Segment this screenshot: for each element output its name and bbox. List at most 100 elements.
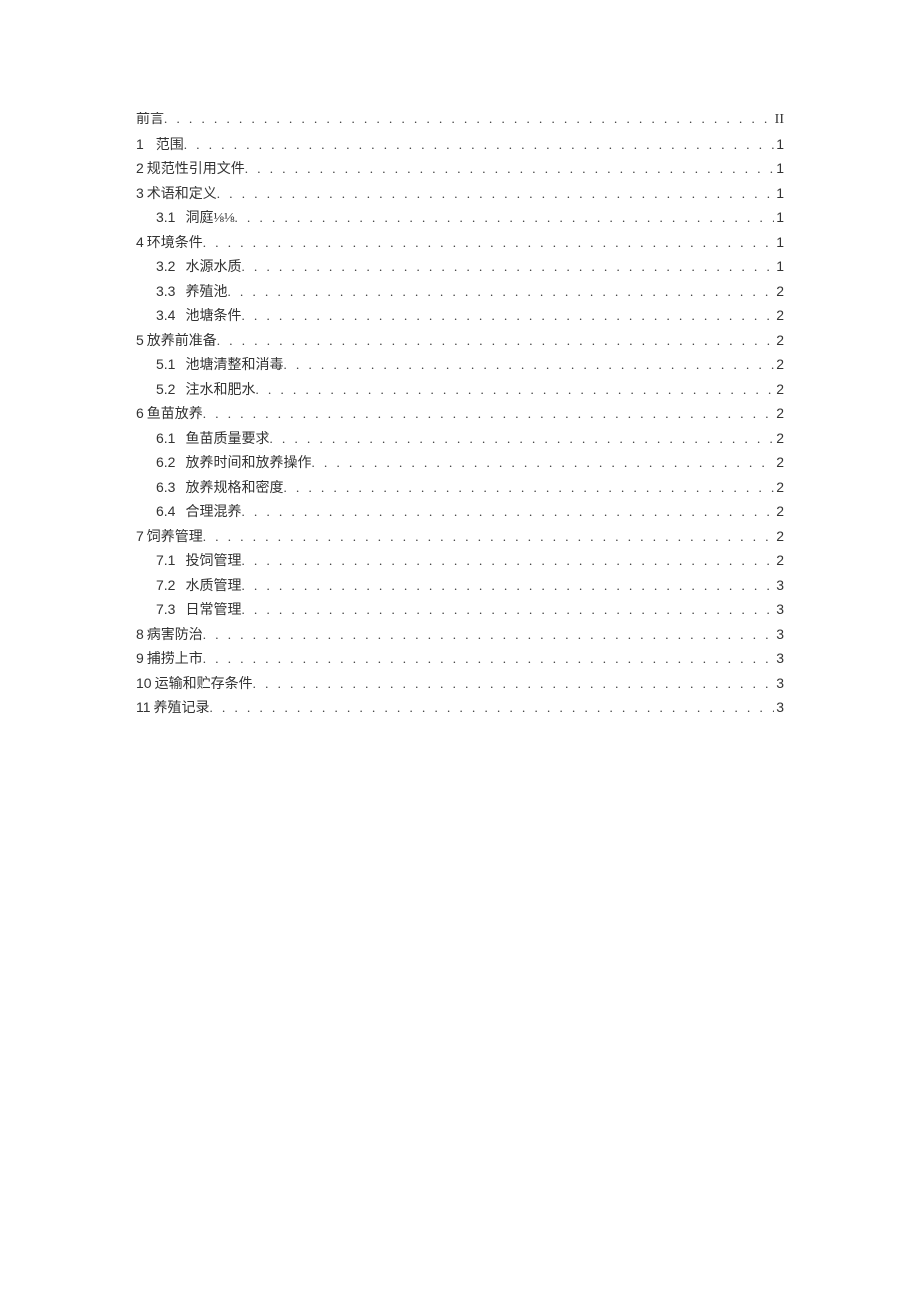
toc-dot-leader — [241, 554, 774, 567]
toc-entry-label: 6.1鱼苗质量要求 — [156, 431, 269, 445]
toc-entry-number: 6.1 — [156, 431, 175, 445]
toc-entry-title: 环境条件 — [147, 236, 203, 249]
toc-dot-leader — [255, 383, 774, 396]
toc-entry-title: 日常管理 — [185, 603, 241, 616]
toc-dot-leader — [269, 432, 774, 445]
toc-entry-label: 3.3 养殖池 — [156, 284, 227, 298]
toc-entry-page: 2 — [774, 357, 784, 371]
toc-entry-number: 3.4 — [156, 308, 175, 322]
toc-entry-title: 病害防治 — [147, 628, 203, 641]
toc-entry-page: 1 — [774, 186, 784, 200]
toc-entry: 9捕捞上市 3 — [136, 651, 784, 665]
toc-entry-number: 8 — [136, 627, 144, 641]
toc-entry-label: 3.4 池塘条件 — [156, 308, 241, 322]
toc-entry-title: 规范性引用文件 — [147, 162, 245, 175]
toc-entry: 3.3 养殖池 2 — [136, 284, 784, 298]
toc-dot-leader — [241, 260, 774, 273]
toc-entry-page: 2 — [774, 529, 784, 543]
toc-entry-label: 6.4合理混养 — [156, 504, 241, 518]
toc-entry-label: 3.2水源水质 — [156, 259, 241, 273]
toc-dot-leader — [203, 407, 774, 420]
toc-dot-leader — [203, 236, 774, 249]
toc-entry-page: 2 — [774, 308, 784, 322]
toc-entry-title: 池塘清整和消毒 — [185, 358, 283, 371]
toc-entry-page: 1 — [774, 259, 784, 273]
toc-entry-number: 7.2 — [156, 578, 175, 592]
toc-entry-page: 1 — [774, 161, 784, 175]
toc-entry-number: 6 — [136, 406, 144, 420]
toc-dot-leader — [164, 112, 773, 126]
toc-entry-number: 11 — [136, 700, 151, 714]
toc-entry-page: 2 — [774, 455, 784, 469]
toc-dot-leader — [210, 701, 775, 714]
toc-entry-title: 放养时间和放养操作 — [185, 456, 311, 469]
toc-entry-page: 1 — [774, 235, 784, 249]
toc-entry-title: 养殖记录 — [154, 701, 210, 714]
toc-entry: 7.2水质管理3 — [136, 578, 784, 592]
toc-dot-leader — [241, 579, 774, 592]
toc-entry-label: 3.1 洞庭⅛⅛ — [156, 210, 234, 224]
toc-entry-page: 2 — [774, 480, 784, 494]
toc-entry-label: 7饲养管理 — [136, 529, 203, 543]
toc-entry-label: 前言 — [136, 113, 164, 126]
toc-entry-title: 前言 — [136, 112, 164, 126]
toc-dot-leader — [217, 334, 774, 347]
toc-entry-title: 饲养管理 — [147, 530, 203, 543]
toc-entry-title: 放养前准备 — [147, 334, 217, 347]
toc-entry-page: 2 — [774, 406, 784, 420]
toc-entry-number: 5 — [136, 333, 144, 347]
toc-entry: 8病害防治 3 — [136, 627, 784, 641]
toc-dot-leader — [234, 211, 774, 224]
toc-entry-page: 2 — [774, 382, 784, 396]
toc-entry: 7.1投饲管理 2 — [136, 553, 784, 567]
toc-dot-leader — [227, 285, 774, 298]
toc-entry-title: 洞庭⅛⅛ — [185, 211, 234, 224]
toc-entry: 4环境条件 1 — [136, 235, 784, 249]
toc-entry-page: 3 — [774, 676, 784, 690]
toc-entry-title: 池塘条件 — [185, 309, 241, 322]
toc-entry-number: 9 — [136, 651, 144, 665]
toc-entry: 5.2注水和肥水 2 — [136, 382, 784, 396]
toc-entry: 2规范性引用文件 1 — [136, 161, 784, 175]
toc-entry-title: 合理混养 — [185, 505, 241, 518]
toc-entry-number: 3.1 — [156, 210, 175, 224]
toc-entry-page: 2 — [774, 431, 784, 445]
toc-dot-leader — [245, 162, 774, 175]
toc-entry-label: 7.1投饲管理 — [156, 553, 241, 567]
toc-entry-number: 3.2 — [156, 259, 175, 273]
toc-dot-leader — [203, 628, 774, 641]
toc-entry-number: 2 — [136, 161, 144, 175]
toc-entry-label: 9捕捞上市 — [136, 651, 203, 665]
toc-entry: 6.3放养规格和密度2 — [136, 480, 784, 494]
toc-entry-page: 3 — [774, 700, 784, 714]
toc-dot-leader — [241, 309, 774, 322]
toc-entry-page: 2 — [774, 333, 784, 347]
toc-entry-page: 3 — [774, 651, 784, 665]
toc-entry-number: 7.3 — [156, 602, 175, 616]
toc-entry-number: 10 — [136, 676, 152, 690]
toc-entry-page: 2 — [774, 553, 784, 567]
toc-entry-title: 捕捞上市 — [147, 652, 203, 665]
toc-entry-title: 水质管理 — [185, 579, 241, 592]
toc-entry-page: 2 — [774, 284, 784, 298]
toc-entry-page: 3 — [774, 602, 784, 616]
toc-dot-leader — [241, 505, 774, 518]
toc-entry-page: 1 — [774, 210, 784, 224]
toc-entry-number: 6.2 — [156, 455, 175, 469]
toc-entry-title: 术语和定义 — [147, 187, 217, 200]
toc-entry: 3.4 池塘条件 2 — [136, 308, 784, 322]
toc-entry-title: 鱼苗放养 — [147, 407, 203, 420]
toc-entry-label: 10运输和贮存条件 — [136, 676, 253, 690]
toc-entry-label: 8病害防治 — [136, 627, 203, 641]
toc-entry: 1范围1 — [136, 137, 784, 151]
toc-entry-number: 4 — [136, 235, 144, 249]
toc-entry-title: 养殖池 — [185, 285, 227, 298]
toc-dot-leader — [203, 652, 774, 665]
toc-entry-page: 3 — [774, 627, 784, 641]
toc-entry-number: 3.3 — [156, 284, 175, 298]
toc-dot-leader — [241, 603, 774, 616]
toc-entry-label: 5.2注水和肥水 — [156, 382, 255, 396]
toc-entry: 6.1鱼苗质量要求 2 — [136, 431, 784, 445]
toc-entry-label: 4环境条件 — [136, 235, 203, 249]
toc-dot-leader — [203, 530, 774, 543]
